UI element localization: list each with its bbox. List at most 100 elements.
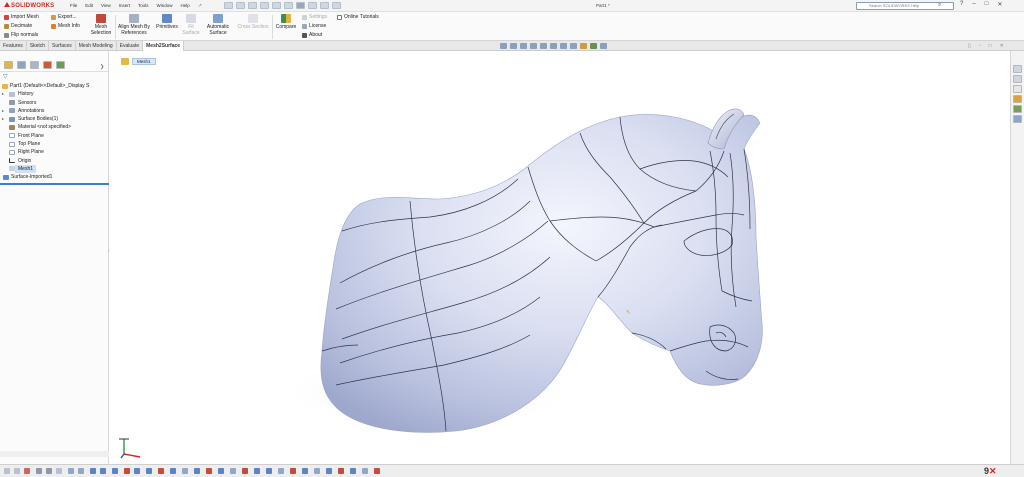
tab-sketch[interactable]: Sketch (27, 41, 50, 51)
online-tutorials-button[interactable]: Online Tutorials (337, 14, 379, 20)
tree-root[interactable]: Part1 (Default<<Default>_Display S (0, 82, 109, 90)
tree-item-top-plane[interactable]: Top Plane (0, 140, 109, 148)
viewport-close-icon[interactable]: ✕ (1000, 43, 1004, 49)
viewport-tile-icon[interactable]: ▫ (979, 43, 981, 49)
mesh-tool-icon-14[interactable] (218, 468, 224, 474)
help-icon[interactable]: ? (960, 1, 963, 8)
design-library-icon[interactable] (1013, 75, 1022, 83)
mesh-tool-icon-19[interactable] (278, 468, 284, 474)
tab-evaluate[interactable]: Evaluate (117, 41, 144, 51)
expand-arrow-icon[interactable]: ▸ (2, 90, 4, 98)
feature-manager-tree-icon[interactable] (4, 61, 13, 69)
mesh-tool-icon-25[interactable] (350, 468, 356, 474)
viewport-restore-icon[interactable]: ▯ (968, 43, 971, 49)
import-mesh-button[interactable]: Import Mesh (4, 14, 39, 20)
tab-mesh2surface[interactable]: Mesh2Surface (143, 41, 185, 51)
pin-icon[interactable]: ↗ (198, 3, 202, 9)
tree-item-mesh1[interactable]: Mesh1 (0, 164, 109, 173)
rollback-bar[interactable] (0, 183, 109, 185)
mesh-tool-icon-18[interactable] (266, 468, 272, 474)
mesh-tool-icon-20[interactable] (290, 468, 296, 474)
property-manager-icon[interactable] (17, 61, 26, 69)
view-palette-icon[interactable] (1013, 95, 1022, 103)
mesh-tool-icon-23[interactable] (326, 468, 332, 474)
configuration-manager-icon[interactable] (30, 61, 39, 69)
mesh-info-button[interactable]: Mesh Info (51, 23, 80, 29)
mesh-tool-icon-3[interactable] (90, 468, 96, 474)
horse-head-model[interactable] (110, 51, 1010, 464)
section-view-icon[interactable] (530, 43, 537, 49)
tree-item-sensors[interactable]: Sensors (0, 99, 109, 107)
about-button[interactable]: About (302, 32, 322, 38)
mesh-tool-icon-17[interactable] (254, 468, 260, 474)
hide-show-items-icon[interactable] (570, 43, 577, 49)
panel-expand-arrow-icon[interactable]: ❯ (100, 64, 104, 70)
filter-icon[interactable]: ▽ (3, 73, 8, 80)
decimate-button[interactable]: Decimate (4, 23, 32, 29)
filter-vertices-icon[interactable] (14, 468, 20, 474)
mesh-tool-icon-13[interactable] (206, 468, 212, 474)
rebuild-icon[interactable] (308, 2, 317, 9)
file-properties-icon[interactable] (320, 2, 329, 9)
tab-features[interactable]: Features (0, 41, 27, 51)
select-arrow-icon[interactable] (296, 2, 305, 9)
print-icon[interactable] (272, 2, 281, 9)
tree-item-right-plane[interactable]: Right Plane (0, 148, 109, 156)
mesh-tool-icon-21[interactable] (302, 468, 308, 474)
menu-view[interactable]: View (101, 3, 111, 9)
mesh-tool-icon-26[interactable] (362, 468, 368, 474)
mesh-tool-icon-15[interactable] (230, 468, 236, 474)
flip-normals-button[interactable]: Flip normals (4, 32, 38, 38)
filter-toolbar-icon[interactable] (4, 468, 10, 474)
mesh-tool-icon-10[interactable] (170, 468, 176, 474)
tree-item-front-plane[interactable]: Front Plane (0, 132, 109, 140)
tree-item-surface-bodies[interactable]: ▸ Surface Bodies(1) (0, 115, 109, 123)
mesh-tool-icon-27[interactable] (374, 468, 380, 474)
menu-file[interactable]: File (70, 3, 77, 9)
apply-scene-icon[interactable] (590, 43, 597, 49)
mesh-tool-icon-8[interactable] (146, 468, 152, 474)
mesh-tool-icon-7[interactable] (134, 468, 140, 474)
mesh-selection-button[interactable]: Mesh Selection (89, 14, 113, 36)
view-settings-icon[interactable] (600, 43, 607, 49)
license-button[interactable]: License (302, 23, 326, 29)
solidworks-logo[interactable]: SOLIDWORKS (4, 2, 54, 9)
search-icon[interactable]: ⌕ (938, 2, 941, 9)
fit-surface-button[interactable]: Fit Surface (181, 14, 201, 36)
automatic-surface-button[interactable]: Automatic Surface (203, 14, 233, 36)
mesh-tool-icon-22[interactable] (314, 468, 320, 474)
undo-icon[interactable] (284, 2, 293, 9)
display-manager-icon[interactable] (56, 61, 65, 69)
graphics-area[interactable]: Mesh1 ↖ (110, 51, 1010, 464)
mesh-tool-icon-2[interactable] (78, 468, 84, 474)
previous-view-icon[interactable] (520, 43, 527, 49)
dynamic-annotation-icon[interactable] (540, 43, 547, 49)
solidworks-resources-icon[interactable] (1013, 65, 1022, 73)
filter-surfaces-icon[interactable] (56, 468, 62, 474)
expand-arrow-icon[interactable]: ▸ (2, 115, 4, 123)
custom-properties-icon[interactable] (1013, 115, 1022, 123)
align-mesh-button[interactable]: Align Mesh By References (116, 14, 152, 36)
tree-item-surface-imported[interactable]: Surface-Imported1 (0, 173, 109, 181)
filter-edges-icon[interactable] (24, 468, 30, 474)
selection-mode-icon[interactable] (36, 468, 42, 474)
mesh-tool-icon-16[interactable] (242, 468, 248, 474)
menu-help[interactable]: Help (181, 3, 190, 9)
menu-window[interactable]: Window (157, 3, 173, 9)
compare-button[interactable]: Compare (273, 14, 299, 30)
mesh-tool-icon-6[interactable] (124, 468, 130, 474)
export-button[interactable]: Export... (51, 14, 77, 20)
cross-section-button[interactable]: Cross Section (235, 14, 271, 30)
menu-insert[interactable]: Insert (119, 3, 130, 9)
mesh-tool-icon-11[interactable] (182, 468, 188, 474)
edit-appearance-icon[interactable] (580, 43, 587, 49)
mesh-tool-icon-1[interactable] (68, 468, 74, 474)
close-icon[interactable]: ✕ (997, 1, 1002, 8)
minimize-icon[interactable]: – (972, 1, 975, 8)
viewport-maximize-icon[interactable]: □ (989, 43, 992, 49)
primitives-button[interactable]: Primitives (154, 14, 180, 30)
mesh-tool-icon-24[interactable] (338, 468, 344, 474)
tree-item-annotations[interactable]: ▸ Annotations (0, 107, 109, 115)
open-folder-icon[interactable] (248, 2, 257, 9)
mesh-tool-icon-4[interactable] (100, 468, 106, 474)
